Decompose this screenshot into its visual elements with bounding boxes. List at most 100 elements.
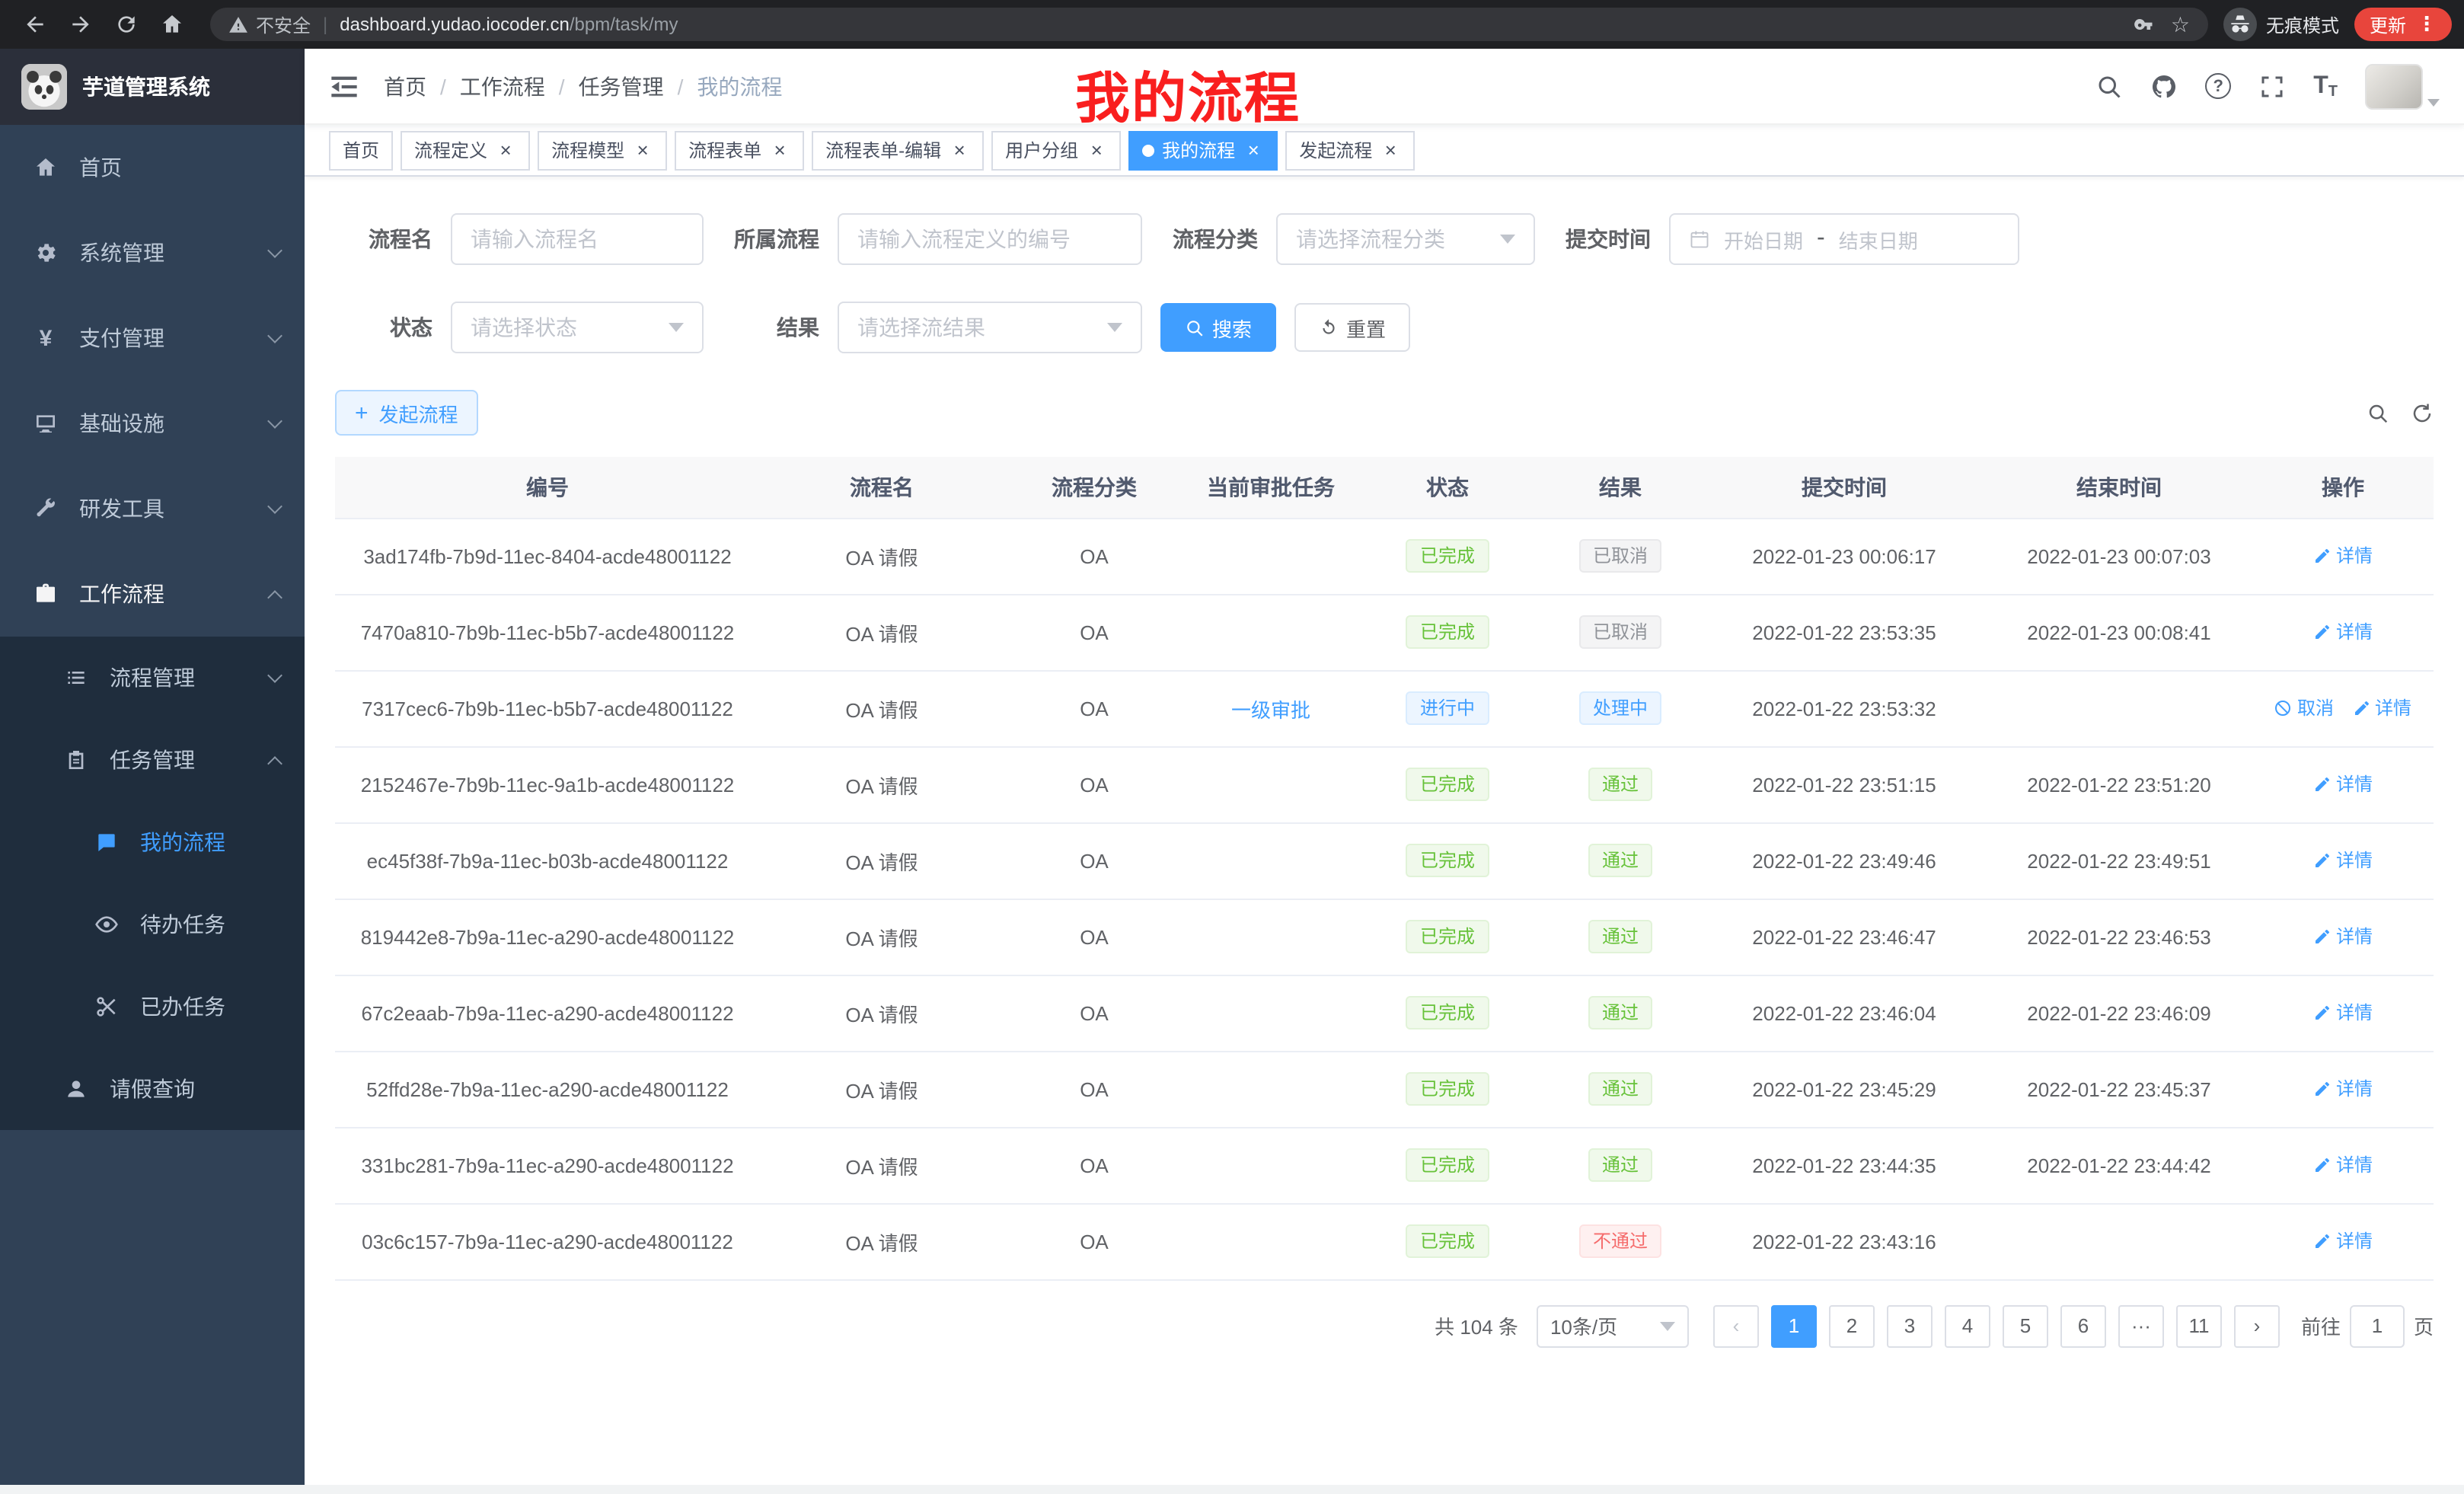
edit-icon xyxy=(2313,1080,2332,1098)
process-name-input[interactable] xyxy=(451,213,704,265)
tab-process-form-edit[interactable]: 流程表单-编辑× xyxy=(812,130,984,170)
next-page-button[interactable]: › xyxy=(2234,1304,2280,1347)
detail-link[interactable]: 详情 xyxy=(2313,619,2373,645)
scissors-icon xyxy=(91,994,122,1019)
sidebar-item-todo-tasks[interactable]: 待办任务 xyxy=(0,883,305,966)
close-icon[interactable]: × xyxy=(1380,139,1401,161)
reload-icon[interactable] xyxy=(107,5,146,44)
breadcrumb-workflow[interactable]: 工作流程 xyxy=(460,71,545,101)
end-date-placeholder[interactable]: 结束日期 xyxy=(1839,225,1918,254)
tab-process-form[interactable]: 流程表单× xyxy=(675,130,804,170)
bookmark-star-icon[interactable]: ☆ xyxy=(2171,11,2190,37)
status-badge: 已完成 xyxy=(1406,844,1489,877)
clipboard-icon xyxy=(61,748,91,772)
chevron-down-icon xyxy=(267,667,282,682)
tab-user-group[interactable]: 用户分组× xyxy=(991,130,1121,170)
home-icon[interactable] xyxy=(152,5,192,44)
avatar[interactable] xyxy=(2365,63,2423,109)
detail-link[interactable]: 详情 xyxy=(2313,771,2373,797)
detail-link[interactable]: 详情 xyxy=(2313,1076,2373,1102)
github-icon[interactable] xyxy=(2150,72,2178,100)
close-icon[interactable]: × xyxy=(632,139,653,161)
search-icon[interactable] xyxy=(2095,72,2123,100)
detail-link[interactable]: 详情 xyxy=(2313,1152,2373,1178)
tab-process-definition[interactable]: 流程定义× xyxy=(401,130,530,170)
update-button[interactable]: 更新 ⋮ xyxy=(2354,8,2452,41)
goto-page-input[interactable] xyxy=(2350,1304,2405,1347)
eye-icon xyxy=(91,912,122,937)
key-icon[interactable] xyxy=(2134,14,2156,35)
breadcrumb-task-mgmt[interactable]: 任务管理 xyxy=(579,71,664,101)
detail-link[interactable]: 详情 xyxy=(2313,848,2373,873)
page-button-4[interactable]: 4 xyxy=(1945,1304,1990,1347)
sidebar-item-infra[interactable]: 基础设施 xyxy=(0,381,305,466)
page-button-5[interactable]: 5 xyxy=(2003,1304,2048,1347)
tab-process-model[interactable]: 流程模型× xyxy=(538,130,667,170)
sidebar-item-done-tasks[interactable]: 已办任务 xyxy=(0,966,305,1048)
detail-link[interactable]: 详情 xyxy=(2313,543,2373,569)
sidebar-toggle-icon[interactable] xyxy=(329,71,359,101)
process-id-input[interactable] xyxy=(838,213,1142,265)
help-icon[interactable]: ? xyxy=(2205,73,2231,99)
cancel-link[interactable]: 取消 xyxy=(2274,695,2334,721)
close-icon[interactable]: × xyxy=(1086,139,1107,161)
more-pages-button[interactable]: ··· xyxy=(2118,1304,2164,1347)
detail-link[interactable]: 详情 xyxy=(2313,1228,2373,1254)
table-row: 52ffd28e-7b9a-11ec-a290-acde48001122 OA … xyxy=(335,1051,2434,1127)
page-button-6[interactable]: 6 xyxy=(2060,1304,2106,1347)
sidebar: 芋道管理系统 首页 系统管理 ¥ 支付管理 基础设施 研发工具 工作 xyxy=(0,49,305,1485)
breadcrumb-home[interactable]: 首页 xyxy=(384,71,426,101)
current-task-link[interactable]: 一级审批 xyxy=(1231,698,1310,721)
result-badge: 已取消 xyxy=(1579,539,1661,573)
sidebar-item-home[interactable]: 首页 xyxy=(0,125,305,210)
sidebar-item-devtools[interactable]: 研发工具 xyxy=(0,466,305,551)
detail-link[interactable]: 详情 xyxy=(2313,1000,2373,1026)
refresh-table-icon[interactable] xyxy=(2411,401,2434,424)
font-size-icon[interactable]: TT xyxy=(2313,72,2338,100)
toggle-search-icon[interactable] xyxy=(2367,401,2389,424)
status-select[interactable]: 请选择状态 xyxy=(451,302,704,353)
user-menu[interactable] xyxy=(2365,63,2440,109)
col-actions: 操作 xyxy=(2252,457,2434,518)
start-date-placeholder[interactable]: 开始日期 xyxy=(1724,225,1803,254)
back-icon[interactable] xyxy=(15,5,55,44)
close-icon[interactable]: × xyxy=(769,139,790,161)
search-button[interactable]: 搜索 xyxy=(1160,303,1276,352)
browser-menu-icon[interactable]: ⋮ xyxy=(2417,12,2437,37)
page-button-1[interactable]: 1 xyxy=(1771,1304,1817,1347)
detail-link[interactable]: 详情 xyxy=(2352,695,2411,721)
sidebar-item-workflow[interactable]: 工作流程 xyxy=(0,551,305,637)
category-select[interactable]: 请选择流程分类 xyxy=(1276,213,1535,265)
result-select[interactable]: 请选择流结果 xyxy=(838,302,1142,353)
sidebar-item-leave-query[interactable]: 请假查询 xyxy=(0,1048,305,1130)
start-process-button[interactable]: + 发起流程 xyxy=(335,390,478,436)
horizontal-scrollbar[interactable] xyxy=(0,1485,2464,1494)
tab-start-process[interactable]: 发起流程× xyxy=(1285,130,1415,170)
date-range-picker[interactable]: 开始日期 - 结束日期 xyxy=(1669,213,2019,265)
sidebar-item-task-mgmt[interactable]: 任务管理 xyxy=(0,719,305,801)
status-badge: 已完成 xyxy=(1406,1148,1489,1182)
close-icon[interactable]: × xyxy=(1243,139,1264,161)
tab-my-process[interactable]: 我的流程× xyxy=(1128,130,1278,170)
close-icon[interactable]: × xyxy=(949,139,970,161)
forward-icon[interactable] xyxy=(61,5,101,44)
sidebar-item-my-process[interactable]: 我的流程 xyxy=(0,801,305,883)
reset-button[interactable]: 重置 xyxy=(1294,303,1410,352)
prev-page-button[interactable]: ‹ xyxy=(1713,1304,1759,1347)
page-button-2[interactable]: 2 xyxy=(1829,1304,1875,1347)
main-area: 首页 / 工作流程 / 任务管理 / 我的流程 ? TT 首页 xyxy=(305,49,2464,1485)
page-button-3[interactable]: 3 xyxy=(1887,1304,1933,1347)
detail-link[interactable]: 详情 xyxy=(2313,924,2373,950)
fullscreen-icon[interactable] xyxy=(2258,72,2286,100)
page-button-11[interactable]: 11 xyxy=(2176,1304,2222,1347)
briefcase-icon xyxy=(30,582,61,606)
address-bar[interactable]: 不安全 | dashboard.yudao.iocoder.cn/bpm/tas… xyxy=(210,8,2208,41)
security-label: 不安全 xyxy=(256,11,311,37)
site-security[interactable]: 不安全 xyxy=(228,11,311,37)
sidebar-item-system[interactable]: 系统管理 xyxy=(0,210,305,295)
sidebar-item-payment[interactable]: ¥ 支付管理 xyxy=(0,295,305,381)
sidebar-item-process-mgmt[interactable]: 流程管理 xyxy=(0,637,305,719)
page-size-select[interactable]: 10条/页 xyxy=(1537,1304,1689,1347)
close-icon[interactable]: × xyxy=(495,139,516,161)
tab-home[interactable]: 首页 xyxy=(329,130,393,170)
